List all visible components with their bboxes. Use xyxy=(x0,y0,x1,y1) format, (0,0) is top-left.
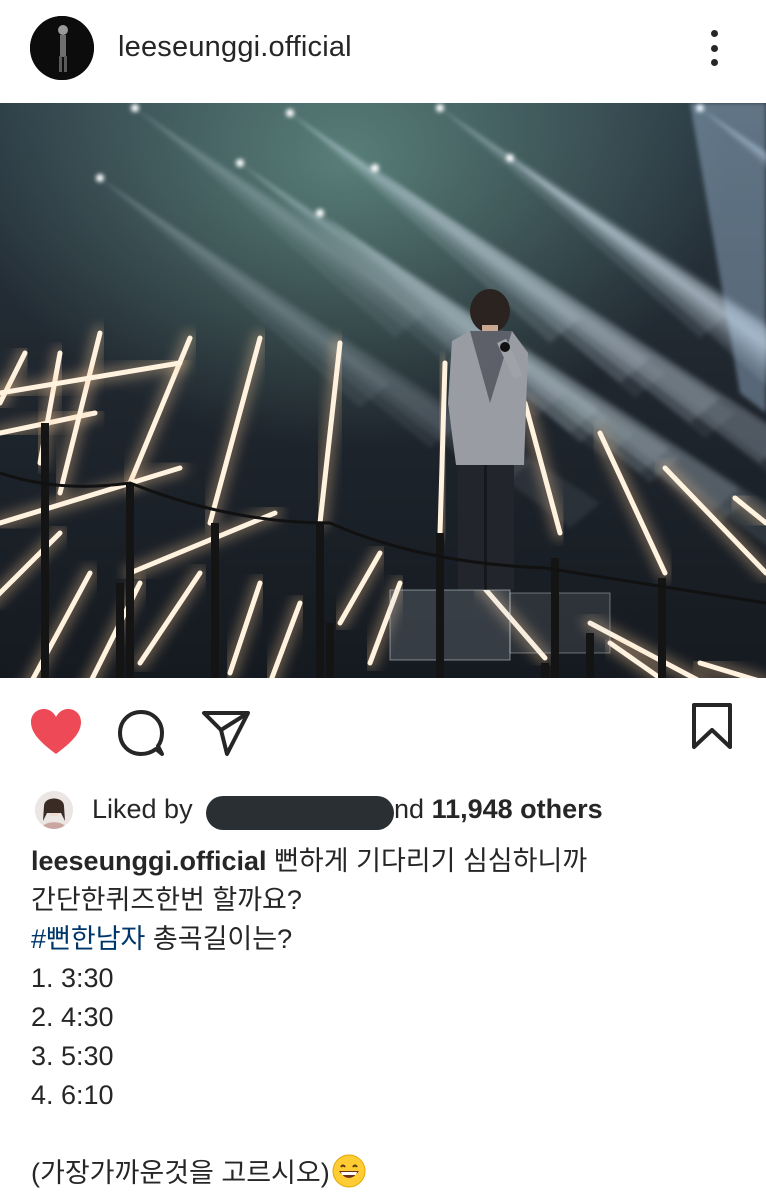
caption-closing: (가장가까운것을 고르시오) xyxy=(31,1158,330,1188)
liker-avatar xyxy=(35,791,73,829)
likes-count-text[interactable]: nd 11,948 others xyxy=(394,794,603,825)
send-icon[interactable] xyxy=(201,710,251,758)
heart-filled-icon[interactable] xyxy=(30,708,82,756)
post-photo[interactable] xyxy=(0,103,766,678)
caption-text-line2: 간단한퀴즈한번 할까요? xyxy=(31,885,302,915)
likes-summary[interactable]: Liked by nd 11,948 others xyxy=(0,784,766,836)
bookmark-icon[interactable] xyxy=(690,702,734,750)
caption-username[interactable]: leeseunggi.official xyxy=(31,846,267,876)
grinning-face-emoji xyxy=(332,1154,366,1188)
comment-icon[interactable] xyxy=(116,708,166,758)
post-header: leeseunggi.official xyxy=(0,0,766,100)
post-caption: leeseunggi.official 뻔하게 기다리기 심심하니까 간단한퀴즈… xyxy=(31,842,751,1193)
caption-hashtag[interactable]: #뻔한남자 xyxy=(31,924,145,954)
redacted-username xyxy=(206,796,394,830)
post-username[interactable]: leeseunggi.official xyxy=(118,31,352,64)
caption-option-3: 3. 5:30 xyxy=(31,1041,114,1071)
caption-option-4: 4. 6:10 xyxy=(31,1080,114,1110)
caption-option-1: 1. 3:30 xyxy=(31,963,114,993)
liked-by-label: Liked by xyxy=(92,794,193,824)
stage-photo-image xyxy=(0,103,766,678)
caption-option-2: 2. 4:30 xyxy=(31,1002,114,1032)
caption-text-line1: 뻔하게 기다리기 심심하니까 xyxy=(274,846,588,876)
caption-text-line3: 총곡길이는? xyxy=(145,924,293,954)
more-options-icon[interactable] xyxy=(696,26,732,70)
profile-avatar[interactable] xyxy=(30,16,94,80)
post-action-bar xyxy=(0,690,766,770)
